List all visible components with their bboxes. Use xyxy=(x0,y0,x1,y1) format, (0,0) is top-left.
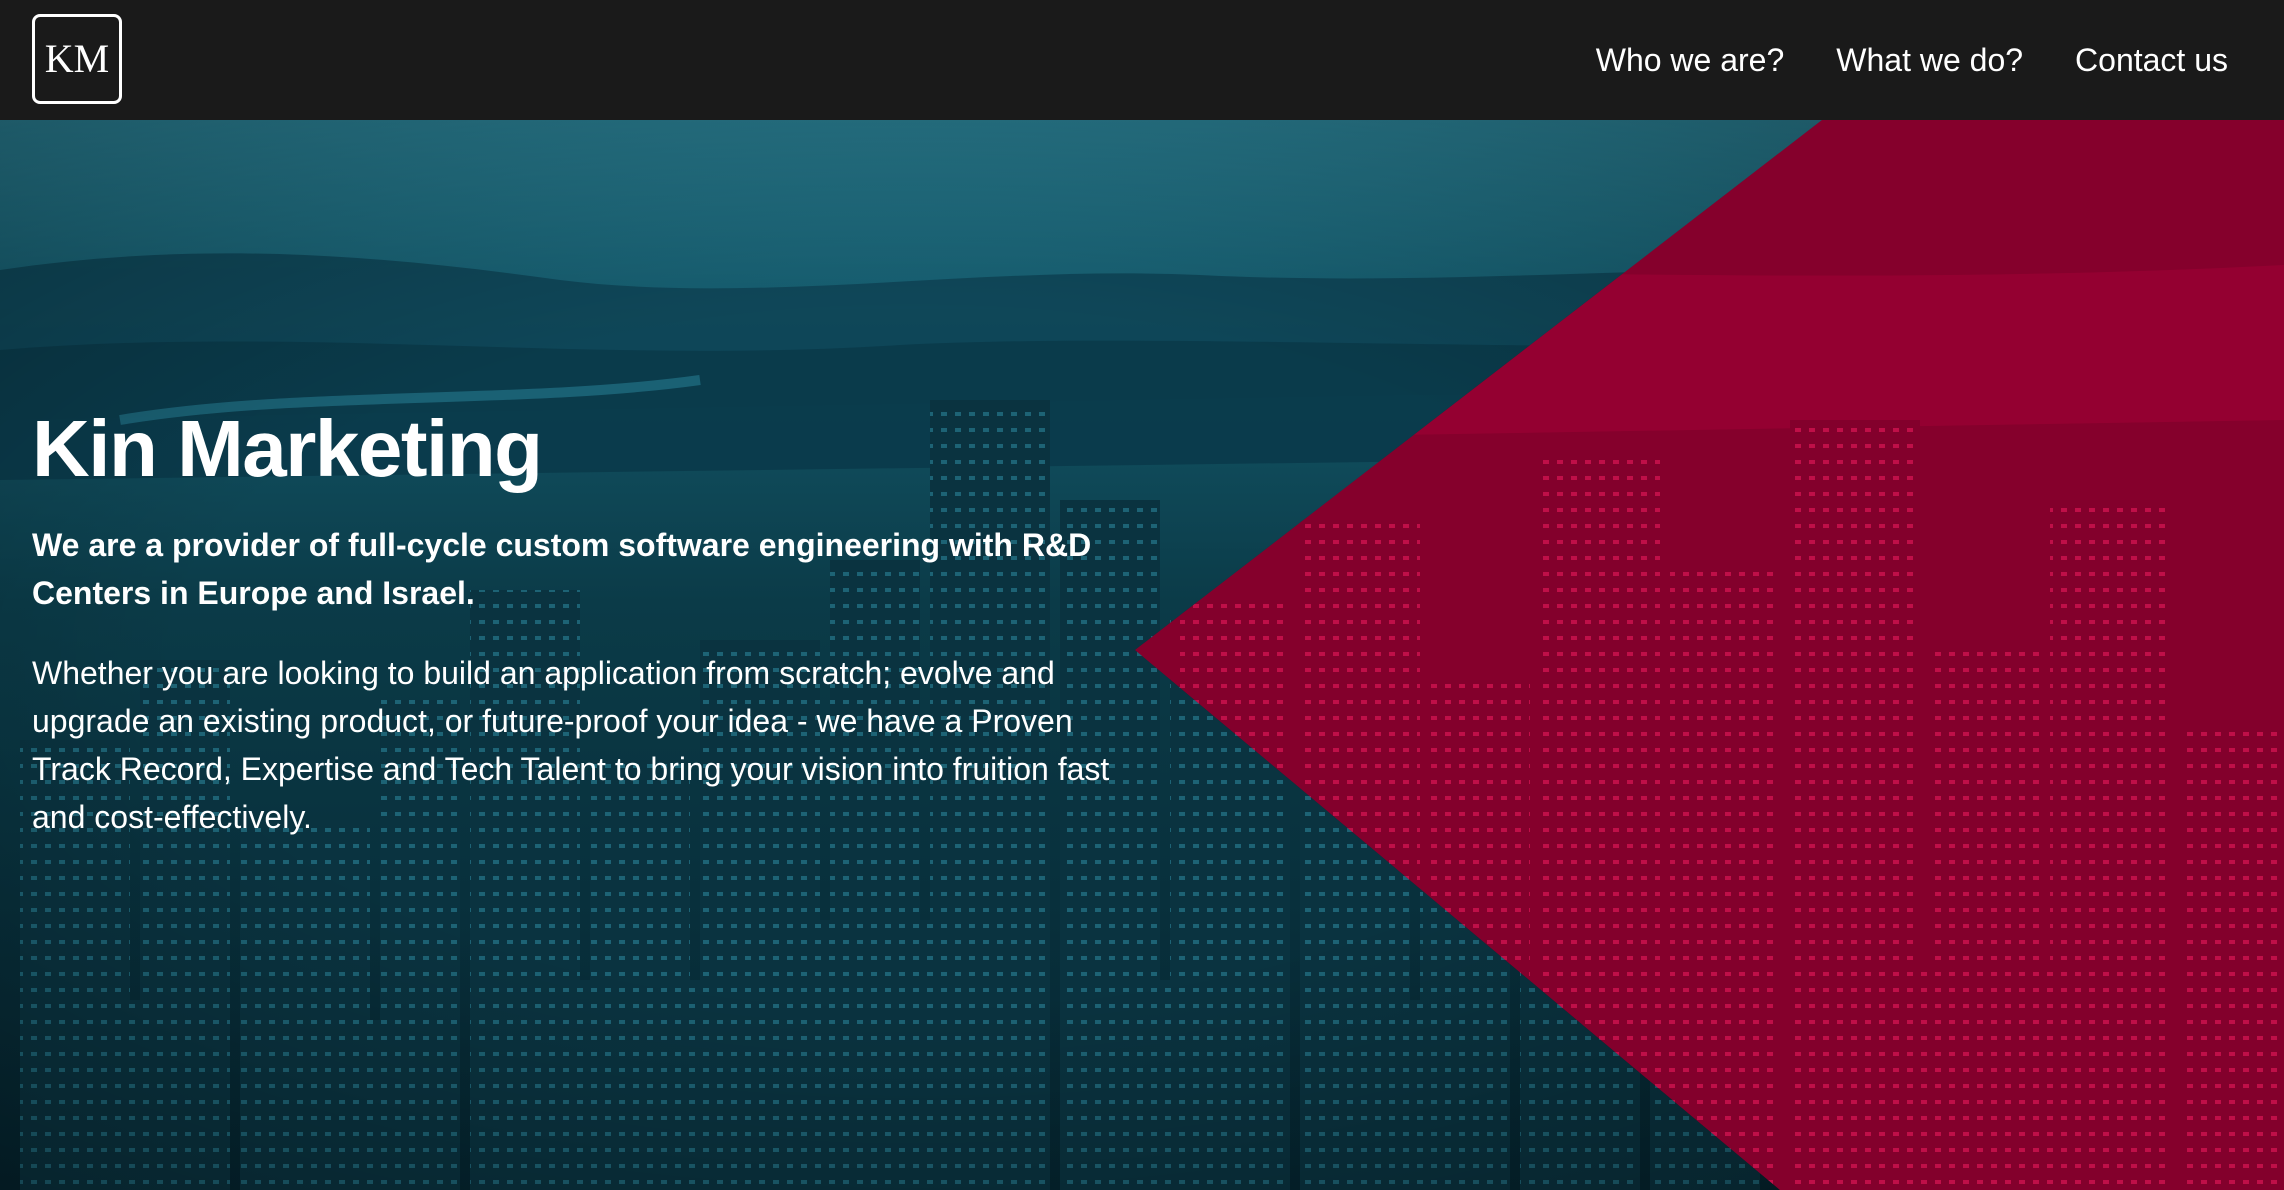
nav-link-contact-us[interactable]: Contact us xyxy=(2075,42,2228,79)
nav-link-who-we-are[interactable]: Who we are? xyxy=(1596,42,1785,79)
main-nav: Who we are? What we do? Contact us xyxy=(1596,0,2228,120)
hero-section: Kin Marketing We are a provider of full-… xyxy=(0,120,2284,1190)
hero-content: Kin Marketing We are a provider of full-… xyxy=(32,405,1152,841)
hero-description: Whether you are looking to build an appl… xyxy=(32,655,1110,835)
hero-title: Kin Marketing xyxy=(32,404,543,493)
hero-subtitle: We are a provider of full-cycle custom s… xyxy=(32,527,1092,611)
nav-link-what-we-do[interactable]: What we do? xyxy=(1836,42,2023,79)
km-logo[interactable]: KM xyxy=(32,14,122,104)
top-navbar: KM Who we are? What we do? Contact us xyxy=(0,0,2284,120)
